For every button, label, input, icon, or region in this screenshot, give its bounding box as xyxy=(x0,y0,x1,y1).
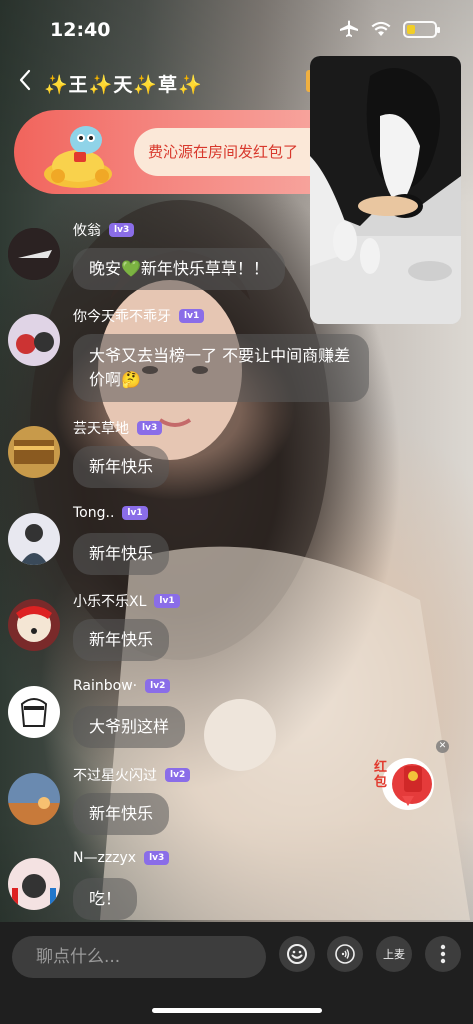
username[interactable]: 攸翁 xyxy=(73,220,101,240)
red-envelope-gift[interactable]: 红包 xyxy=(374,752,436,814)
bottom-bar: 聊点什么... 上麦 xyxy=(0,922,473,1024)
avatar-image xyxy=(8,513,60,565)
username[interactable]: Rainbow· xyxy=(73,678,137,694)
username[interactable]: 不过星火闪过 xyxy=(73,765,157,785)
avatar[interactable] xyxy=(8,858,60,910)
username-row: 芸天草地 lv3 xyxy=(73,418,163,438)
avatar-image xyxy=(8,858,60,910)
emoji-button[interactable] xyxy=(279,936,315,972)
username-row: Rainbow· lv2 xyxy=(73,678,171,694)
voice-icon xyxy=(335,944,355,964)
avatar[interactable] xyxy=(8,773,60,825)
banner-message: 费沁源在房间发红包了 xyxy=(134,128,324,176)
avatar-image xyxy=(8,773,60,825)
message-bubble: 新年快乐 xyxy=(73,619,170,661)
voice-button[interactable] xyxy=(327,936,363,972)
gift-label: 红包 xyxy=(374,760,388,790)
more-button[interactable] xyxy=(425,936,461,972)
avatar[interactable] xyxy=(8,228,60,280)
message-bubble: 大爷又去当榜一了 不要让中间商赚差价啊🤔 xyxy=(73,334,369,402)
level-badge: lv1 xyxy=(122,506,148,520)
avatar-image xyxy=(8,314,60,366)
red-envelope-banner[interactable]: 费沁源在房间发红包了 xyxy=(14,110,324,194)
battery-icon xyxy=(403,20,440,38)
message-bubble: 吃！ xyxy=(73,878,138,920)
username[interactable]: 小乐不乐XL xyxy=(73,591,146,611)
message-bubble: 新年快乐 xyxy=(73,793,170,835)
message-bubble: 大爷别这样 xyxy=(73,706,186,748)
dog-video-image xyxy=(310,56,461,324)
emoji-icon xyxy=(287,944,307,964)
status-time: 12:40 xyxy=(50,19,111,41)
more-icon xyxy=(440,944,446,964)
mic-button[interactable]: 上麦 xyxy=(376,936,412,972)
level-badge: lv2 xyxy=(145,679,171,693)
chevron-left-icon xyxy=(19,69,31,91)
avatar[interactable] xyxy=(8,426,60,478)
back-button[interactable] xyxy=(18,68,32,98)
level-badge: lv1 xyxy=(154,594,180,608)
message-bubble: 新年快乐 xyxy=(73,533,170,575)
gift-close-button[interactable]: ✕ xyxy=(436,740,449,753)
room-title: ✨王✨天✨草✨ xyxy=(44,74,203,96)
username[interactable]: 芸天草地 xyxy=(73,418,129,438)
avatar-image xyxy=(8,426,60,478)
video-pip-window[interactable] xyxy=(310,56,461,324)
username[interactable]: 你今天乖不乖牙 xyxy=(73,306,171,326)
avatar[interactable] xyxy=(8,599,60,651)
home-indicator[interactable] xyxy=(152,1008,322,1013)
message-bubble: 新年快乐 xyxy=(73,446,170,488)
status-bar: 12:40 xyxy=(0,0,473,58)
level-badge: lv3 xyxy=(109,223,135,237)
airplane-icon xyxy=(340,20,358,37)
username-row: N—zzzyx lv3 xyxy=(73,850,170,866)
message-bubble: 晚安💚新年快乐草草！！ xyxy=(73,248,285,290)
avatar-image xyxy=(8,599,60,651)
status-icons xyxy=(339,20,440,38)
level-badge: lv3 xyxy=(137,421,163,435)
avatar[interactable] xyxy=(8,686,60,738)
live-room-screen: 12:40 ✨王✨天✨草✨ 费沁源在房间发红包了 攸翁 lv3 晚安💚新年快乐草… xyxy=(0,0,473,1024)
avatar-image xyxy=(8,228,60,280)
username-row: 你今天乖不乖牙 lv1 xyxy=(73,306,205,326)
avatar[interactable] xyxy=(8,314,60,366)
level-badge: lv3 xyxy=(144,851,170,865)
level-badge: lv1 xyxy=(179,309,205,323)
username-row: 攸翁 lv3 xyxy=(73,220,135,240)
mic-label: 上麦 xyxy=(383,948,405,961)
username[interactable]: N—zzzyx xyxy=(73,850,136,866)
username[interactable]: Tong.. xyxy=(73,505,114,521)
red-envelope-art-icon xyxy=(44,126,112,188)
level-badge: lv2 xyxy=(165,768,191,782)
wifi-icon xyxy=(371,21,391,36)
username-row: 不过星火闪过 lv2 xyxy=(73,765,191,785)
chat-input[interactable]: 聊点什么... xyxy=(12,936,266,978)
username-row: Tong.. lv1 xyxy=(73,505,148,521)
avatar-image xyxy=(8,686,60,738)
avatar[interactable] xyxy=(8,513,60,565)
username-row: 小乐不乐XL lv1 xyxy=(73,591,180,611)
